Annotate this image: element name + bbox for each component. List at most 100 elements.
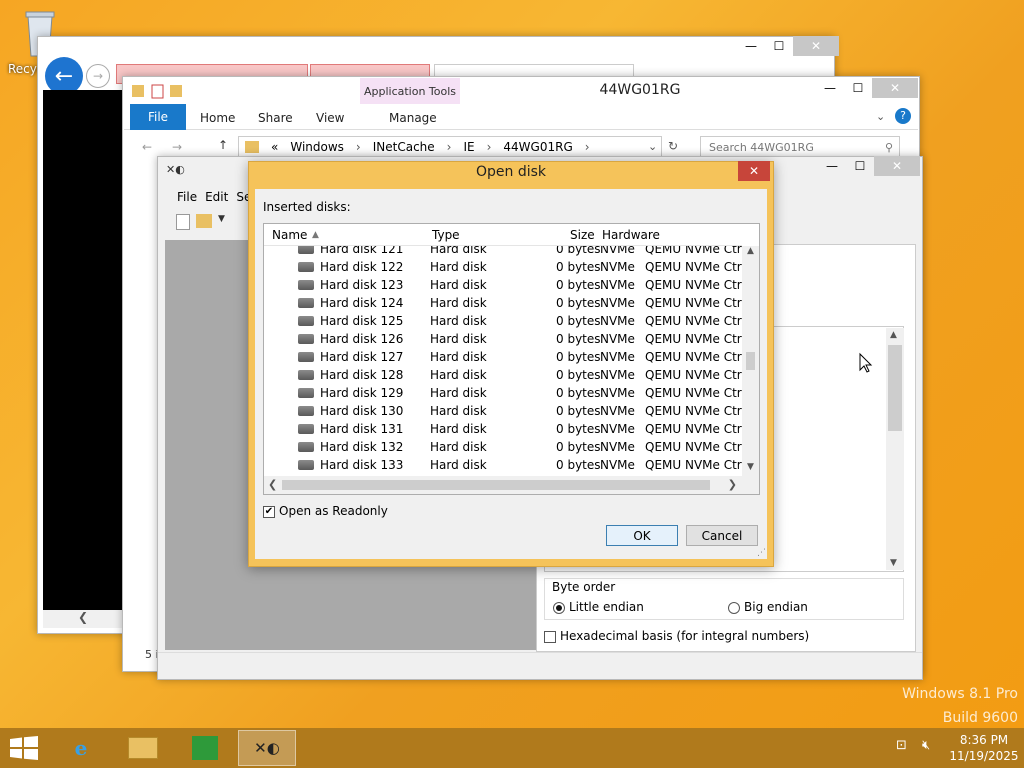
- internet-explorer-icon[interactable]: e: [52, 730, 110, 766]
- hscroll-thumb[interactable]: [282, 480, 710, 490]
- little-endian-radio[interactable]: Little endian: [553, 600, 644, 614]
- disk-hardware: QEMU NVMe Ctrl: [645, 386, 742, 400]
- disk-editor-taskbar-icon[interactable]: ✕◐: [238, 730, 296, 766]
- forward-icon[interactable]: →: [172, 140, 182, 154]
- up-arrow-icon[interactable]: ↑: [218, 138, 228, 152]
- chevron-down-icon[interactable]: ⌄: [648, 140, 657, 153]
- column-hardware[interactable]: Hardware: [602, 228, 660, 242]
- table-row[interactable]: Hard disk 129 Hard disk 0 bytes NVMe QEMU NV…: [264, 384, 742, 402]
- disk-name: Hard disk 132: [320, 440, 404, 454]
- little-endian-label: Little endian: [569, 600, 644, 614]
- help-icon[interactable]: ?: [895, 108, 911, 124]
- table-row[interactable]: Hard disk 122 Hard disk 0 bytes NVMe QEMU NV…: [264, 258, 742, 276]
- disk-name: Hard disk 131: [320, 422, 404, 436]
- network-icon[interactable]: ⊡: [896, 738, 907, 753]
- table-row[interactable]: Hard disk 128 Hard disk 0 bytes NVMe QEMU NV…: [264, 366, 742, 384]
- disk-bus: NVMe: [600, 350, 635, 364]
- minimize-icon[interactable]: —: [818, 156, 846, 176]
- path-segment[interactable]: Windows: [290, 140, 344, 154]
- tab-view[interactable]: View: [316, 111, 344, 125]
- column-type[interactable]: Type: [432, 228, 460, 242]
- tab-file[interactable]: File: [130, 104, 186, 130]
- application-tools-tab[interactable]: Application Tools: [360, 78, 460, 104]
- ie-content-area: [43, 90, 123, 610]
- table-row[interactable]: Hard disk 125 Hard disk 0 bytes NVMe QEMU NV…: [264, 312, 742, 330]
- tab-share[interactable]: Share: [258, 111, 293, 125]
- tab-home[interactable]: Home: [200, 111, 235, 125]
- disk-type: Hard disk: [430, 246, 487, 256]
- open-readonly-checkbox[interactable]: ✔ Open as Readonly: [263, 504, 388, 518]
- table-row[interactable]: Hard disk 123 Hard disk 0 bytes NVMe QEMU NV…: [264, 276, 742, 294]
- vscroll-thumb[interactable]: [746, 352, 755, 370]
- scroll-right-icon[interactable]: ❯: [728, 478, 737, 491]
- chevron-down-icon[interactable]: ⌄: [876, 110, 885, 123]
- scroll-left-icon[interactable]: ❮: [268, 478, 277, 491]
- minimize-icon[interactable]: —: [737, 36, 765, 56]
- close-icon[interactable]: ✕: [793, 36, 839, 56]
- clock[interactable]: 8:36 PM 11/19/2025: [944, 732, 1024, 764]
- address-bar[interactable]: « Windows › INetCache › IE › 44WG01RG ›: [238, 136, 662, 158]
- menu-edit[interactable]: Edit: [205, 190, 228, 210]
- table-row[interactable]: Hard disk 133 Hard disk 0 bytes NVMe QEMU NV…: [264, 456, 742, 474]
- table-row[interactable]: Hard disk 121 Hard disk 0 bytes NVMe QEMU NV…: [264, 246, 742, 258]
- store-icon[interactable]: [176, 730, 234, 766]
- scroll-left-icon[interactable]: ❮: [43, 610, 123, 628]
- minimize-icon[interactable]: —: [816, 78, 844, 98]
- column-size[interactable]: Size: [570, 228, 595, 242]
- disk-hardware: QEMU NVMe Ctrl: [645, 368, 742, 382]
- maximize-icon[interactable]: ☐: [765, 36, 793, 56]
- new-file-icon[interactable]: [176, 214, 190, 230]
- disk-list-hscroll[interactable]: ❮ ❯: [264, 476, 759, 494]
- disk-type: Hard disk: [430, 386, 487, 400]
- refresh-icon[interactable]: ↻: [668, 139, 678, 153]
- close-icon[interactable]: ✕: [738, 161, 770, 181]
- close-icon[interactable]: ✕: [872, 78, 918, 98]
- chevron-down-icon[interactable]: ▼: [218, 214, 225, 234]
- search-input[interactable]: Search 44WG01RG ⚲: [700, 136, 900, 158]
- quick-access-icon[interactable]: [130, 82, 190, 100]
- menu-file[interactable]: File: [177, 190, 197, 210]
- table-row[interactable]: Hard disk 127 Hard disk 0 bytes NVMe QEMU NV…: [264, 348, 742, 366]
- scroll-down-icon[interactable]: ▼: [890, 558, 897, 568]
- search-icon: ⚲: [884, 140, 893, 154]
- path-overflow[interactable]: «: [271, 140, 278, 154]
- scroll-up-icon[interactable]: ▲: [890, 330, 897, 340]
- disk-bus: NVMe: [600, 278, 635, 292]
- maximize-icon[interactable]: ☐: [846, 156, 874, 176]
- hex-basis-checkbox[interactable]: Hexadecimal basis (for integral numbers): [544, 629, 809, 643]
- path-segment[interactable]: INetCache: [373, 140, 435, 154]
- disk-list[interactable]: Name ▲ Type Size Hardware Hard disk 121 H…: [263, 223, 760, 495]
- tab-manage[interactable]: Manage: [389, 111, 437, 125]
- scroll-down-icon[interactable]: ▼: [742, 462, 759, 476]
- separator-icon: ›: [486, 140, 492, 154]
- hard-disk-icon: [298, 280, 314, 290]
- close-icon[interactable]: ✕: [874, 156, 920, 176]
- hard-disk-icon: [298, 424, 314, 434]
- open-folder-icon[interactable]: [196, 214, 212, 228]
- ok-button[interactable]: OK: [606, 525, 678, 546]
- resize-grip-icon[interactable]: ⋰: [757, 548, 766, 558]
- maximize-icon[interactable]: ☐: [844, 78, 872, 98]
- inspector-scroll-thumb[interactable]: [888, 345, 902, 431]
- mouse-cursor-icon: [859, 352, 873, 373]
- table-row[interactable]: Hard disk 124 Hard disk 0 bytes NVMe QEMU NV…: [264, 294, 742, 312]
- file-explorer-icon[interactable]: [114, 730, 172, 766]
- disk-list-vscroll[interactable]: ▲ ▼: [742, 246, 759, 476]
- volume-muted-icon[interactable]: 🔇︎: [922, 738, 930, 753]
- column-name[interactable]: Name: [272, 228, 307, 242]
- path-segment[interactable]: IE: [463, 140, 474, 154]
- windows-start-icon[interactable]: [10, 736, 38, 760]
- forward-arrow-icon[interactable]: →: [86, 64, 110, 88]
- scroll-up-icon[interactable]: ▲: [742, 246, 759, 260]
- path-segment[interactable]: 44WG01RG: [503, 140, 572, 154]
- table-row[interactable]: Hard disk 132 Hard disk 0 bytes NVMe QEMU NV…: [264, 438, 742, 456]
- disk-name: Hard disk 125: [320, 314, 404, 328]
- cancel-button[interactable]: Cancel: [686, 525, 758, 546]
- back-icon[interactable]: ←: [142, 140, 152, 154]
- table-row[interactable]: Hard disk 126 Hard disk 0 bytes NVMe QEMU NV…: [264, 330, 742, 348]
- table-row[interactable]: Hard disk 131 Hard disk 0 bytes NVMe QEMU NV…: [264, 420, 742, 438]
- table-row[interactable]: Hard disk 130 Hard disk 0 bytes NVMe QEMU NV…: [264, 402, 742, 420]
- hard-disk-icon: [298, 388, 314, 398]
- big-endian-radio[interactable]: Big endian: [728, 600, 808, 614]
- disk-name: Hard disk 122: [320, 260, 404, 274]
